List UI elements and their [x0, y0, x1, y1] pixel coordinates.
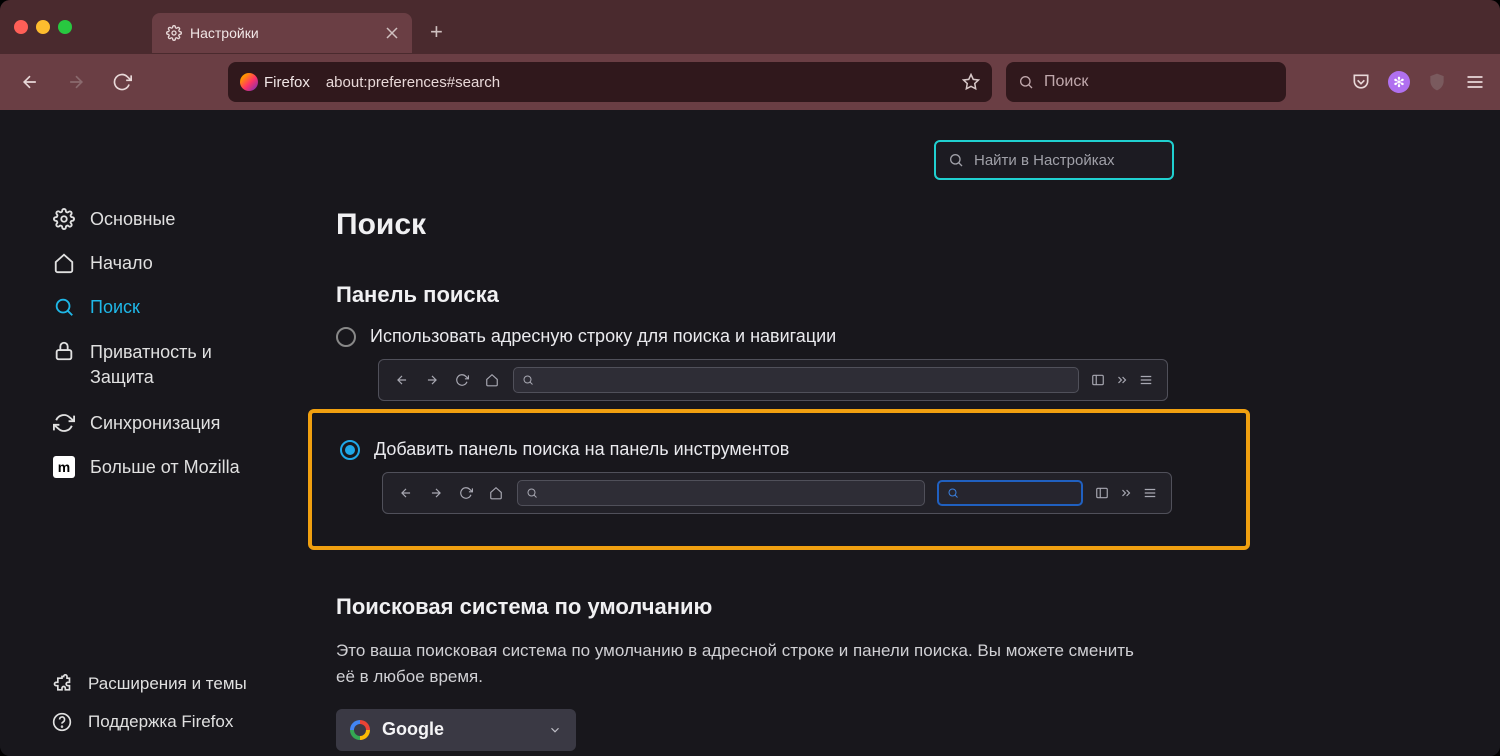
- gear-icon: [52, 208, 76, 230]
- bookmark-star-button[interactable]: [962, 73, 980, 91]
- browser-toolbar: Firefox about:preferences#search ✻: [0, 54, 1500, 110]
- chevrons-icon: [1119, 486, 1133, 500]
- radio-add-searchbar[interactable]: Добавить панель поиска на панель инструм…: [340, 439, 1222, 460]
- sidebar-bottom-label: Расширения и темы: [88, 674, 247, 694]
- back-button[interactable]: [14, 66, 46, 98]
- browser-window: Настройки + Firefox about:preferences#se…: [0, 0, 1500, 756]
- maximize-window-button[interactable]: [58, 20, 72, 34]
- sidebar-extensions-themes[interactable]: Расширения и темы: [52, 674, 300, 694]
- search-icon: [52, 296, 76, 318]
- radio-label: Использовать адресную строку для поиска …: [370, 326, 836, 347]
- window-controls: [14, 20, 72, 34]
- preview-with-searchbar: [382, 472, 1172, 514]
- sidebar-icon: [1091, 373, 1105, 387]
- google-icon: [350, 720, 370, 740]
- sidebar-icon: [1095, 486, 1109, 500]
- sidebar-item-label: Поиск: [90, 297, 140, 318]
- sidebar-bottom-label: Поддержка Firefox: [88, 712, 233, 732]
- sidebar-item-general[interactable]: Основные: [52, 208, 300, 230]
- toolbar-extensions: ✻: [1350, 71, 1486, 93]
- mozilla-icon: m: [52, 456, 76, 478]
- searchbar-section: Панель поиска Использовать адресную стро…: [336, 282, 1250, 550]
- close-tab-button[interactable]: [386, 27, 398, 39]
- home-icon: [483, 373, 501, 387]
- titlebar: Настройки +: [0, 0, 1500, 54]
- forward-button[interactable]: [60, 66, 92, 98]
- extension-snowflake-icon[interactable]: ✻: [1388, 71, 1410, 93]
- close-window-button[interactable]: [14, 20, 28, 34]
- forward-icon: [427, 486, 445, 500]
- puzzle-icon: [52, 674, 74, 694]
- chevron-down-icon: [548, 723, 562, 737]
- ublock-shield-icon[interactable]: [1426, 71, 1448, 93]
- sidebar-item-search[interactable]: Поиск: [52, 296, 300, 318]
- back-icon: [393, 373, 411, 387]
- new-tab-button[interactable]: +: [430, 19, 443, 45]
- sidebar-item-privacy[interactable]: Приватность и Защита: [52, 340, 300, 390]
- radio-label: Добавить панель поиска на панель инструм…: [374, 439, 789, 460]
- identity-box[interactable]: Firefox: [240, 73, 310, 91]
- preview-search-bar: [937, 480, 1083, 506]
- toolbar-search-input[interactable]: [1044, 73, 1274, 91]
- sync-icon: [52, 412, 76, 434]
- engine-name: Google: [382, 719, 536, 740]
- sidebar-item-label: Начало: [90, 253, 153, 274]
- sidebar-item-label: Основные: [90, 209, 175, 230]
- back-icon: [397, 486, 415, 500]
- chevrons-icon: [1115, 373, 1129, 387]
- address-bar[interactable]: Firefox about:preferences#search: [228, 62, 992, 102]
- pocket-icon[interactable]: [1350, 71, 1372, 93]
- sidebar-item-home[interactable]: Начало: [52, 252, 300, 274]
- menu-icon: [1139, 373, 1153, 387]
- radio-icon: [336, 327, 356, 347]
- minimize-window-button[interactable]: [36, 20, 50, 34]
- default-engine-select[interactable]: Google: [336, 709, 576, 751]
- firefox-icon: [240, 73, 258, 91]
- default-engine-section: Поисковая система по умолчанию Это ваша …: [336, 594, 1250, 751]
- preview-addressbar-only: [378, 359, 1168, 401]
- reload-icon: [457, 486, 475, 500]
- radio-icon: [340, 440, 360, 460]
- menu-icon: [1143, 486, 1157, 500]
- search-icon: [1018, 74, 1034, 90]
- settings-sidebar: Основные Начало Поиск: [0, 110, 300, 756]
- sidebar-item-label: Приватность и Защита: [90, 340, 212, 390]
- url-text: about:preferences#search: [326, 74, 500, 91]
- page-title: Поиск: [336, 208, 1250, 242]
- lock-icon: [52, 340, 76, 362]
- highlighted-option-box: Добавить панель поиска на панель инструм…: [308, 409, 1250, 550]
- app-menu-button[interactable]: [1464, 71, 1486, 93]
- preview-url-bar: [517, 480, 925, 506]
- sidebar-support[interactable]: Поддержка Firefox: [52, 712, 300, 732]
- search-icon: [948, 152, 964, 168]
- radio-use-addressbar[interactable]: Использовать адресную строку для поиска …: [336, 326, 1250, 347]
- home-icon: [52, 252, 76, 274]
- search-icon: [526, 487, 538, 499]
- section-description: Это ваша поисковая система по умолчанию …: [336, 638, 1156, 691]
- tab-settings[interactable]: Настройки: [152, 13, 412, 53]
- settings-search-box[interactable]: [934, 140, 1174, 180]
- settings-search-input[interactable]: [974, 152, 1160, 169]
- forward-icon: [423, 373, 441, 387]
- reload-button[interactable]: [106, 66, 138, 98]
- section-heading: Панель поиска: [336, 282, 1250, 308]
- help-icon: [52, 712, 74, 732]
- gear-icon: [166, 25, 182, 41]
- reload-icon: [453, 373, 471, 387]
- settings-main: Поиск Панель поиска Использовать адресну…: [300, 110, 1500, 756]
- section-heading: Поисковая система по умолчанию: [336, 594, 1250, 620]
- page-content: Основные Начало Поиск: [0, 110, 1500, 756]
- firefox-label: Firefox: [264, 74, 310, 91]
- tab-title: Настройки: [190, 25, 378, 41]
- sidebar-item-label: Больше от Mozilla: [90, 457, 240, 478]
- sidebar-item-more-mozilla[interactable]: m Больше от Mozilla: [52, 456, 300, 478]
- search-icon: [522, 374, 534, 386]
- home-icon: [487, 486, 505, 500]
- preview-url-bar: [513, 367, 1079, 393]
- sidebar-item-label: Синхронизация: [90, 413, 220, 434]
- toolbar-search-bar[interactable]: [1006, 62, 1286, 102]
- search-icon: [947, 487, 959, 499]
- sidebar-item-sync[interactable]: Синхронизация: [52, 412, 300, 434]
